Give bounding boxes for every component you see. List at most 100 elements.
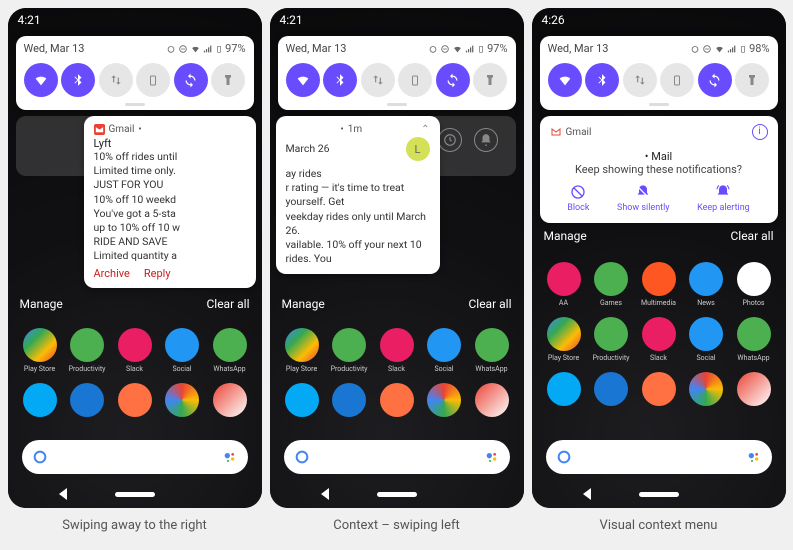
info-icon[interactable]: i	[752, 124, 768, 140]
manage-button[interactable]: Manage	[20, 297, 63, 311]
qs-bluetooth-tile[interactable]	[585, 63, 619, 97]
app-messages[interactable]	[544, 372, 584, 406]
qs-flashlight-tile[interactable]	[211, 63, 245, 97]
qs-sync-tile[interactable]	[698, 63, 732, 97]
manage-button[interactable]: Manage	[282, 297, 325, 311]
search-bar[interactable]	[22, 440, 248, 474]
qs-wifi-tile[interactable]	[286, 63, 320, 97]
nav-back-button[interactable]	[59, 488, 67, 500]
app-pocket[interactable]	[115, 383, 155, 417]
app-aa[interactable]: AA	[544, 262, 584, 307]
qs-wifi-tile[interactable]	[548, 63, 582, 97]
shade-footer: Manage Clear all	[532, 223, 786, 243]
search-bar[interactable]	[284, 440, 510, 474]
notif-time: 1m	[348, 124, 362, 135]
app-play-store[interactable]: Play Store	[20, 328, 60, 373]
manage-button[interactable]: Manage	[544, 229, 587, 243]
show-silently-button[interactable]: Show silently	[617, 184, 670, 213]
app-productivity[interactable]: Productivity	[329, 328, 369, 373]
app-news[interactable]: News	[686, 262, 726, 307]
clear-all-button[interactable]: Clear all	[206, 297, 249, 311]
phone-swiping-left: 4:21 Wed, Mar 13 97%	[270, 8, 524, 508]
notification-context-card: Gmail i • Mail Keep showing these notifi…	[540, 116, 778, 223]
app-pocket[interactable]	[639, 372, 679, 406]
signal-icon	[203, 44, 213, 54]
app-whatsapp[interactable]: WhatsApp	[210, 328, 250, 373]
app-play-store[interactable]: Play Store	[282, 328, 322, 373]
qs-sync-tile[interactable]	[174, 63, 208, 97]
notification-card-gmail[interactable]: Gmail • Lyft 10% off rides untilLimited …	[84, 116, 256, 288]
app-slack[interactable]: Slack	[639, 317, 679, 362]
qs-battery-tile[interactable]	[398, 63, 432, 97]
app-slack[interactable]: Slack	[115, 328, 155, 373]
qs-data-tile[interactable]	[99, 63, 133, 97]
settings-button[interactable]	[474, 128, 498, 152]
wifi-icon	[190, 44, 201, 54]
app-chrome[interactable]	[424, 383, 464, 417]
app-chrome[interactable]	[162, 383, 202, 417]
clear-all-button[interactable]: Clear all	[730, 229, 773, 243]
app-phone[interactable]	[67, 383, 107, 417]
keep-alerting-button[interactable]: Keep alerting	[697, 184, 750, 213]
qs-data-tile[interactable]	[623, 63, 657, 97]
nav-home-pill[interactable]	[377, 492, 417, 497]
app-multimedia[interactable]: Multimedia	[639, 262, 679, 307]
notif-app-label: Gmail	[109, 124, 135, 135]
qs-data-tile[interactable]	[361, 63, 395, 97]
app-games[interactable]: Games	[591, 262, 631, 307]
qs-date: Wed, Mar 13	[286, 42, 347, 55]
app-whatsapp[interactable]: WhatsApp	[734, 317, 774, 362]
navigation-bar	[270, 480, 524, 508]
app-photos[interactable]: Photos	[734, 262, 774, 307]
qs-sync-tile[interactable]	[436, 63, 470, 97]
app-messages[interactable]	[20, 383, 60, 417]
qs-bluetooth-tile[interactable]	[61, 63, 95, 97]
caption: Context – swiping left	[333, 518, 460, 533]
qs-battery-tile[interactable]	[660, 63, 694, 97]
qs-handle[interactable]	[649, 103, 669, 106]
qs-flashlight-tile[interactable]	[473, 63, 507, 97]
qs-handle[interactable]	[125, 103, 145, 106]
qs-battery-tile[interactable]	[136, 63, 170, 97]
nav-back-button[interactable]	[583, 488, 591, 500]
app-whatsapp[interactable]: WhatsApp	[472, 328, 512, 373]
app-pocket[interactable]	[377, 383, 417, 417]
app-productivity[interactable]: Productivity	[67, 328, 107, 373]
qs-flashlight-tile[interactable]	[735, 63, 769, 97]
nav-home-pill[interactable]	[639, 492, 679, 497]
home-apps-grid: Play Store Productivity Slack Social Wha…	[8, 328, 262, 427]
app-gmail[interactable]	[734, 372, 774, 406]
qs-wifi-tile[interactable]	[24, 63, 58, 97]
notif-action-reply[interactable]: Reply	[144, 267, 171, 280]
qs-handle[interactable]	[387, 103, 407, 106]
app-social[interactable]: Social	[162, 328, 202, 373]
navigation-bar	[532, 480, 786, 508]
battery-saver-icon	[147, 73, 159, 87]
nav-back-button[interactable]	[321, 488, 329, 500]
bell-off-icon	[635, 184, 651, 200]
nav-home-pill[interactable]	[115, 492, 155, 497]
app-chrome[interactable]	[686, 372, 726, 406]
app-gmail[interactable]	[472, 383, 512, 417]
snooze-button[interactable]	[438, 128, 462, 152]
app-messages[interactable]	[282, 383, 322, 417]
notif-action-archive[interactable]: Archive	[94, 267, 130, 280]
chevron-up-icon[interactable]: ⌃	[421, 124, 429, 135]
alarm-icon	[428, 44, 438, 54]
block-button[interactable]: Block	[567, 184, 589, 213]
app-productivity[interactable]: Productivity	[591, 317, 631, 362]
search-bar[interactable]	[546, 440, 772, 474]
phone-swiping-right: 4:21 Wed, Mar 13 97%	[8, 8, 262, 508]
google-g-icon	[556, 449, 572, 465]
app-social[interactable]: Social	[686, 317, 726, 362]
gmail-app-icon	[94, 124, 105, 135]
app-slack[interactable]: Slack	[377, 328, 417, 373]
app-phone[interactable]	[591, 372, 631, 406]
clear-all-button[interactable]: Clear all	[468, 297, 511, 311]
app-social[interactable]: Social	[424, 328, 464, 373]
notification-card-gmail[interactable]: • 1m ⌃ March 26 L ay ridesr rating — it'…	[276, 116, 440, 274]
app-play-store[interactable]: Play Store	[544, 317, 584, 362]
qs-bluetooth-tile[interactable]	[323, 63, 357, 97]
app-phone[interactable]	[329, 383, 369, 417]
app-gmail[interactable]	[210, 383, 250, 417]
